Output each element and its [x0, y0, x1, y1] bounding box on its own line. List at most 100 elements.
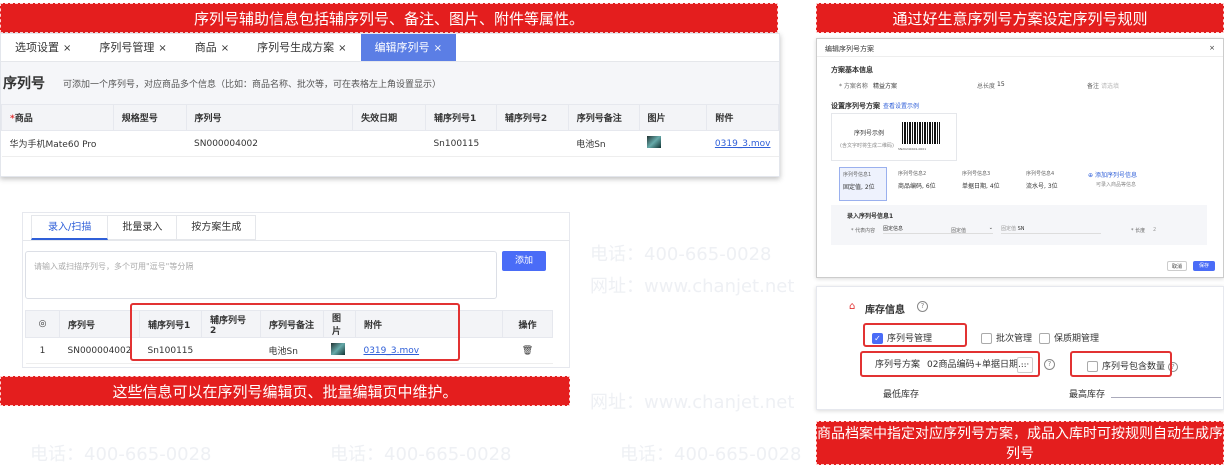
segment-2[interactable]: 序列号信息2 商品编码, 6位: [895, 167, 951, 201]
serial-editor-panel: 选项设置 × 序列号管理 × 商品 × 序列号生成方案 × 编辑序列号 × 序列号 可添加…: [0, 33, 780, 177]
tab-generate[interactable]: 按方案生成: [177, 215, 257, 240]
serial-input[interactable]: 请输入或扫描序列号，多个可用"逗号"等分隔: [25, 251, 497, 299]
serial-table: *商品 规格型号 序列号 失效日期 辅序列号1 辅序列号2 序列号备注 图片 附…: [1, 104, 779, 157]
caption-banner: 序列号辅助信息包括辅序列号、备注、图片、附件等属性。: [0, 3, 778, 33]
tab-edit-serial[interactable]: 编辑序列号 ×: [360, 34, 456, 61]
column-header: 失效日期: [352, 104, 426, 131]
tab-batch[interactable]: 批量录入: [108, 215, 178, 240]
watermark: 电话：400-665-0028: [30, 444, 212, 465]
inventory-panel: ⌂ 库存信息 ? ✓ 序列号管理 批次管理 保质期管理 序列号方案 02商品编码+…: [816, 286, 1224, 410]
expire-cell[interactable]: [352, 130, 426, 157]
tab-options[interactable]: 选项设置 ×: [1, 34, 85, 61]
settings-title: 设置序列号方案: [831, 102, 880, 110]
section-title: 序列号: [3, 76, 45, 92]
column-header: 辅序列号2: [495, 104, 569, 131]
segment-4[interactable]: 序列号信息4 流水号, 3位: [1023, 167, 1077, 201]
attachment-link[interactable]: 0319_3.mov: [715, 139, 771, 149]
column-header: 序列号: [59, 310, 140, 338]
tab-serial-management[interactable]: 序列号管理 ×: [85, 34, 180, 61]
help-icon[interactable]: ?: [917, 301, 928, 312]
column-header: 辅序列号1: [424, 104, 497, 131]
column-header: 图片: [638, 104, 708, 131]
chevron-down-icon: ⌄: [988, 225, 993, 231]
watermark: 网址：www.chanjet.net: [590, 276, 795, 297]
scheme-name-label: * 方案名称: [839, 83, 868, 90]
checkbox-icon[interactable]: [1039, 333, 1050, 344]
watermark: 电话：400-665-0028: [330, 444, 512, 465]
section-hint: 可添加一个序列号，对应商品多个信息（比如：商品名称、批次等，可在表格左上角设置显…: [63, 79, 442, 90]
attachment-cell[interactable]: 0319_3.mov: [706, 130, 779, 157]
serial-example-box: 序列号示例 (含文字时将生成二维码) SN20240401-0001: [831, 113, 957, 161]
basic-info-title: 方案基本信息: [831, 66, 873, 74]
segment-editor: 录入序列号信息1 * 代表内容 固定信息 ⌄ 固定值 固定值 SN * 长度 2: [831, 205, 1207, 245]
aux1-cell[interactable]: Sn100115: [425, 130, 497, 157]
inventory-title: 库存信息: [865, 305, 905, 316]
segment-3[interactable]: 序列号信息3 单据日期, 4位: [959, 167, 1015, 201]
add-segment-button[interactable]: ⊕ 添加序列号信息 可录入商品等信息: [1085, 167, 1140, 201]
save-button[interactable]: 保存: [1193, 261, 1215, 271]
length-label: 总长度: [977, 83, 996, 90]
column-header: 规格型号: [112, 104, 187, 131]
watermark: 电话：400-665-0028: [620, 444, 802, 465]
image-cell[interactable]: [639, 130, 707, 157]
table-header: *商品 规格型号 序列号 失效日期 辅序列号1 辅序列号2 序列号备注 图片 附…: [1, 104, 779, 131]
batch-management-option[interactable]: 批次管理: [981, 331, 1032, 344]
close-icon[interactable]: ×: [434, 43, 442, 54]
checkbox-icon[interactable]: [981, 333, 992, 344]
column-header: 附件: [706, 104, 779, 131]
tab-serial-scheme[interactable]: 序列号生成方案 ×: [243, 34, 360, 61]
example-label: 序列号示例: [854, 130, 885, 137]
segment-1[interactable]: 序列号信息1 固定值, 2位: [839, 167, 887, 201]
image-thumbnail[interactable]: [647, 136, 662, 148]
delete-icon[interactable]: 🗑: [502, 337, 553, 364]
column-header: *商品: [1, 104, 114, 131]
remark-cell[interactable]: 电池Sn: [568, 130, 640, 157]
column-header: 序列号: [185, 104, 354, 131]
remark-field[interactable]: 请选填: [1101, 81, 1119, 90]
barcode-text: SN20240401-0001: [898, 147, 927, 151]
add-button[interactable]: 添加: [502, 251, 546, 271]
close-icon[interactable]: ×: [1209, 44, 1215, 52]
highlight-box: [863, 323, 967, 347]
serial-cell[interactable]: SN000004002: [186, 130, 353, 157]
cancel-button[interactable]: 取消: [1167, 261, 1187, 271]
length-input[interactable]: 2: [1153, 227, 1156, 233]
highlight-box: [860, 351, 1040, 377]
serial-cell: SN000004002: [59, 337, 140, 364]
settings-icon[interactable]: ◎: [25, 310, 60, 338]
barcode-image: [902, 122, 940, 144]
entry-tabs: 录入/扫描 批量录入 按方案生成: [23, 215, 569, 241]
close-icon[interactable]: ×: [158, 43, 166, 54]
caption-banner: 这些信息可以在序列号编辑页、批量编辑页中维护。: [0, 376, 570, 406]
spec-cell[interactable]: [113, 130, 187, 157]
row-index: 1: [25, 337, 60, 364]
caption-banner: 通过好生意序列号方案设定序列号规则: [816, 3, 1224, 33]
help-icon[interactable]: ?: [1044, 359, 1055, 370]
settings-example-link[interactable]: 查看设置示例: [883, 101, 919, 110]
column-header: 序列号备注: [567, 104, 640, 131]
tab-scan[interactable]: 录入/扫描: [31, 215, 109, 240]
close-icon[interactable]: ×: [221, 43, 229, 54]
product-cell[interactable]: 华为手机Mate60 Pro: [1, 130, 114, 157]
max-stock-input[interactable]: [1111, 397, 1221, 398]
length-field[interactable]: 15: [997, 81, 1005, 88]
column-header: 操作: [502, 310, 553, 338]
scheme-dialog: 编辑序列号方案 × 方案基本信息 * 方案名称 精益方案 总长度 15 备注 请…: [816, 38, 1224, 278]
tab-product[interactable]: 商品 ×: [181, 34, 243, 61]
fixed-value-field[interactable]: 固定值 SN: [1001, 225, 1101, 234]
example-subtext: (含文字时将生成二维码): [840, 143, 894, 149]
content-select[interactable]: 固定信息 ⌄: [883, 225, 993, 234]
highlight-box: [130, 303, 460, 361]
scheme-name-field[interactable]: 精益方案: [873, 81, 897, 90]
highlight-box: [1070, 351, 1172, 377]
remark-label: 备注: [1087, 83, 1100, 90]
aux2-cell[interactable]: [496, 130, 569, 157]
caption-banner: 商品档案中指定对应序列号方案，成品入库时可按规则自动生成序列号: [816, 421, 1224, 465]
plus-icon: ⊕: [1088, 172, 1094, 179]
page-tabs: 选项设置 × 序列号管理 × 商品 × 序列号生成方案 × 编辑序列号 ×: [1, 34, 779, 62]
close-icon[interactable]: ×: [338, 43, 346, 54]
warehouse-icon: ⌂: [849, 301, 856, 312]
max-stock-label: 最高库存: [1069, 390, 1106, 400]
shelf-life-option[interactable]: 保质期管理: [1039, 331, 1099, 344]
close-icon[interactable]: ×: [63, 43, 71, 54]
